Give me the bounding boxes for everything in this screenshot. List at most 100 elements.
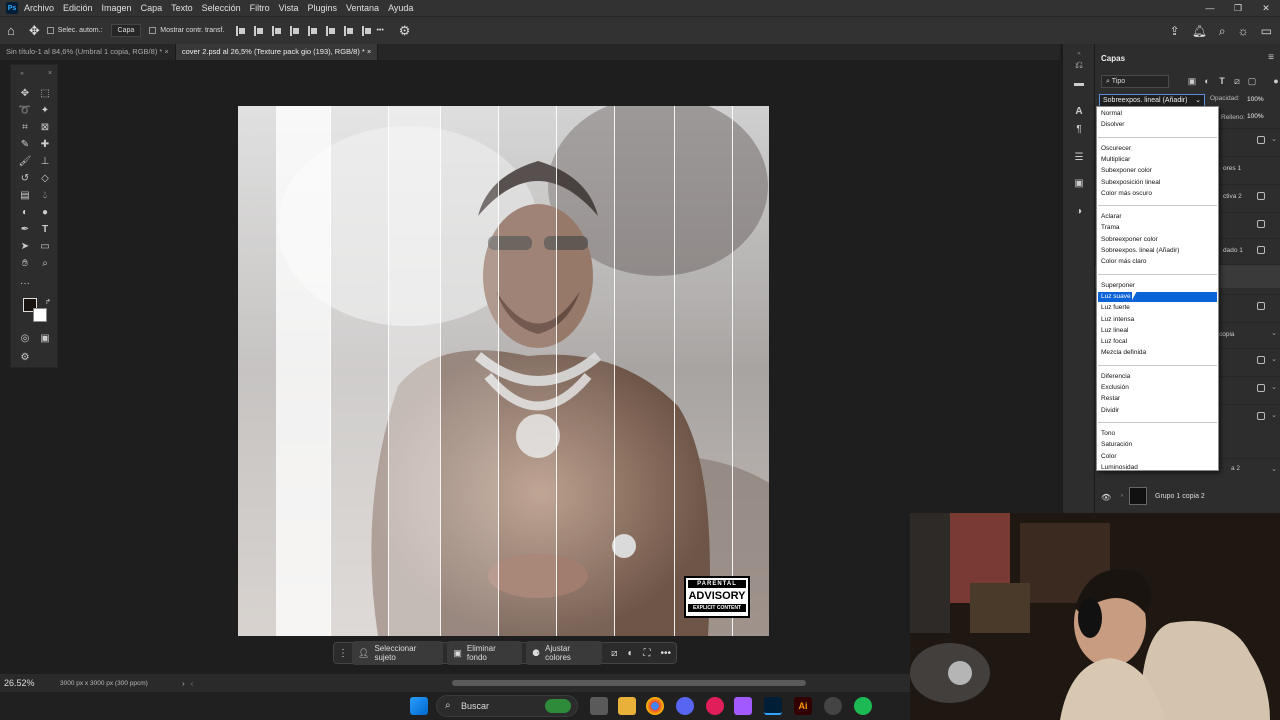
menu-ayuda[interactable]: Ayuda	[388, 3, 413, 13]
blend-option[interactable]: Luz intensa	[1098, 315, 1217, 325]
path-select-icon[interactable]: ➤	[18, 240, 32, 254]
dodge-tool-icon[interactable]: ◐	[18, 206, 32, 220]
pen-tool-icon[interactable]: ✒	[18, 223, 32, 237]
align-center-v-icon[interactable]	[326, 25, 336, 36]
blend-option[interactable]: Diferencia	[1098, 372, 1217, 382]
more-options-button[interactable]: •••	[376, 27, 383, 34]
chevron-down-icon[interactable]: ⌄	[1271, 383, 1277, 391]
blend-option[interactable]: Sobreexponer color	[1098, 235, 1217, 245]
task-view-icon[interactable]	[590, 697, 608, 715]
layer-row[interactable]: 👁︎ › Grupo 1 copia 2	[1095, 484, 1280, 510]
brush-tool-icon[interactable]: 🖌︎	[18, 155, 32, 169]
blend-option[interactable]: Trama	[1098, 223, 1217, 233]
panel-menu-icon[interactable]: ≡	[1268, 52, 1274, 63]
edit-toolbar-icon[interactable]: ⚙	[18, 351, 32, 365]
chevron-down-icon[interactable]: ⌄	[1271, 465, 1277, 473]
properties-icon[interactable]: ☰	[1073, 152, 1085, 164]
move-tool-icon[interactable]: ✥	[29, 23, 40, 39]
character-icon[interactable]: A	[1073, 106, 1085, 118]
slack-icon[interactable]	[706, 697, 724, 715]
blend-option[interactable]: Aclarar	[1098, 212, 1217, 222]
adjustment-filter-icon[interactable]: ◐	[1202, 76, 1212, 86]
shape-filter-icon[interactable]: ⧄	[1232, 76, 1242, 86]
gradient-tool-icon[interactable]: ▤	[18, 189, 32, 203]
layer-kind-filter[interactable]: ⌕ Tipo	[1101, 75, 1169, 88]
tab-close-icon[interactable]: ×	[164, 47, 168, 56]
menu-edicion[interactable]: Edición	[63, 3, 93, 13]
blend-option[interactable]: Subexposición lineal	[1098, 178, 1217, 188]
lasso-tool-icon[interactable]: ➰	[18, 104, 32, 118]
blend-option[interactable]: Superponer	[1098, 281, 1217, 291]
menu-imagen[interactable]: Imagen	[102, 3, 132, 13]
chevron-left-icon[interactable]: ‹	[191, 679, 194, 688]
align-top-icon[interactable]	[308, 25, 318, 36]
screen-mode-icon[interactable]: ▣	[38, 332, 52, 346]
blend-option[interactable]: Luminosidad	[1098, 463, 1217, 473]
align-left-icon[interactable]	[236, 25, 246, 36]
smart-object-filter-icon[interactable]: ▢	[1247, 76, 1257, 86]
blend-option[interactable]: Luz lineal	[1098, 326, 1217, 336]
minimize-button[interactable]: —	[1196, 0, 1224, 16]
marquee-tool-icon[interactable]: ⬚	[38, 87, 52, 101]
more-options-button[interactable]: •••	[660, 648, 671, 659]
chevron-down-icon[interactable]: ⌄	[1271, 329, 1277, 337]
sponge-tool-icon[interactable]: ●	[38, 206, 52, 220]
blend-option[interactable]: Dividir	[1098, 406, 1217, 416]
healing-brush-icon[interactable]: ✚	[38, 138, 52, 152]
fill-input[interactable]: 100%	[1247, 113, 1264, 120]
restore-button[interactable]: ❐	[1224, 0, 1252, 16]
hand-tool-icon[interactable]: ✋︎	[18, 257, 32, 271]
photoshop-taskbar-icon[interactable]	[764, 697, 782, 715]
collapse-icon[interactable]: «	[1073, 48, 1085, 60]
auto-select-checkbox[interactable]: Selec. autom.:	[46, 27, 103, 34]
transform-icon[interactable]: ⧄	[611, 648, 617, 659]
adjustment-layer-icon[interactable]: ◐	[627, 648, 633, 659]
zoom-tool-icon[interactable]: ⌕	[38, 257, 52, 271]
menu-seleccion[interactable]: Selección	[202, 3, 241, 13]
zoom-level[interactable]: 26.52%	[4, 678, 60, 688]
more-tools-icon[interactable]: ···	[18, 277, 32, 291]
blend-option[interactable]: Normal	[1098, 109, 1217, 119]
comments-icon[interactable]: ▬	[1073, 78, 1085, 90]
align-right-icon[interactable]	[272, 25, 282, 36]
blend-option[interactable]: Subexponer color	[1098, 166, 1217, 176]
blend-option[interactable]: Color	[1098, 452, 1217, 462]
crop-tool-icon[interactable]: ⌗	[18, 121, 32, 135]
paragraph-icon[interactable]: ¶	[1073, 124, 1085, 136]
move-tool-icon[interactable]: ✥	[18, 87, 32, 101]
blend-option[interactable]: Disolver	[1098, 120, 1217, 130]
windows-start-icon[interactable]	[410, 697, 428, 715]
chevron-down-icon[interactable]: ⌄	[1271, 411, 1277, 419]
artwork-canvas[interactable]: PARENTAL ADVISORY EXPLICIT CONTENT	[238, 106, 769, 636]
figma-icon[interactable]	[734, 697, 752, 715]
remove-background-button[interactable]: ▣ Eliminar fondo	[447, 641, 523, 665]
blend-option[interactable]: Multiplicar	[1098, 155, 1217, 165]
type-tool-icon[interactable]: T	[38, 223, 52, 237]
illustrator-icon[interactable]: Ai	[794, 697, 812, 715]
blend-option[interactable]: Color más claro	[1098, 257, 1217, 267]
share-icon[interactable]: ⇪	[1170, 24, 1180, 38]
show-transform-checkbox[interactable]: Mostrar contr. transf.	[149, 27, 224, 34]
chevron-down-icon[interactable]: ⌄	[1271, 355, 1277, 363]
blend-option[interactable]: Oscurecer	[1098, 144, 1217, 154]
blend-option[interactable]: Sobreexpos. lineal (Añadir)	[1098, 246, 1217, 256]
bell-icon[interactable]: 🔔︎	[1192, 24, 1207, 38]
blend-option[interactable]: Restar	[1098, 394, 1217, 404]
tab-cover-2[interactable]: cover 2.psd al 26,5% (Texture pack gio (…	[175, 44, 379, 60]
type-filter-icon[interactable]: T	[1217, 76, 1227, 86]
blur-tool-icon[interactable]: 💧︎	[38, 189, 52, 203]
align-bottom-icon[interactable]	[344, 25, 354, 36]
chrome-icon[interactable]	[646, 697, 664, 715]
menu-plugins[interactable]: Plugins	[308, 3, 338, 13]
blend-option[interactable]: Tono	[1098, 429, 1217, 439]
blend-option[interactable]: Exclusión	[1098, 383, 1217, 393]
blend-option[interactable]: Saturación	[1098, 440, 1217, 450]
adjustments-icon[interactable]: ◑	[1073, 206, 1085, 218]
file-explorer-icon[interactable]	[618, 697, 636, 715]
eyedropper-icon[interactable]: ✎	[18, 138, 32, 152]
taskbar-search[interactable]: ⌕ Buscar	[436, 695, 578, 717]
opacity-input[interactable]: 100%	[1247, 94, 1273, 106]
menu-archivo[interactable]: Archivo	[24, 3, 54, 13]
adjust-colors-button[interactable]: ⚈ Ajustar colores	[526, 641, 603, 665]
select-subject-button[interactable]: 👤︎ Seleccionar sujeto	[352, 641, 444, 665]
